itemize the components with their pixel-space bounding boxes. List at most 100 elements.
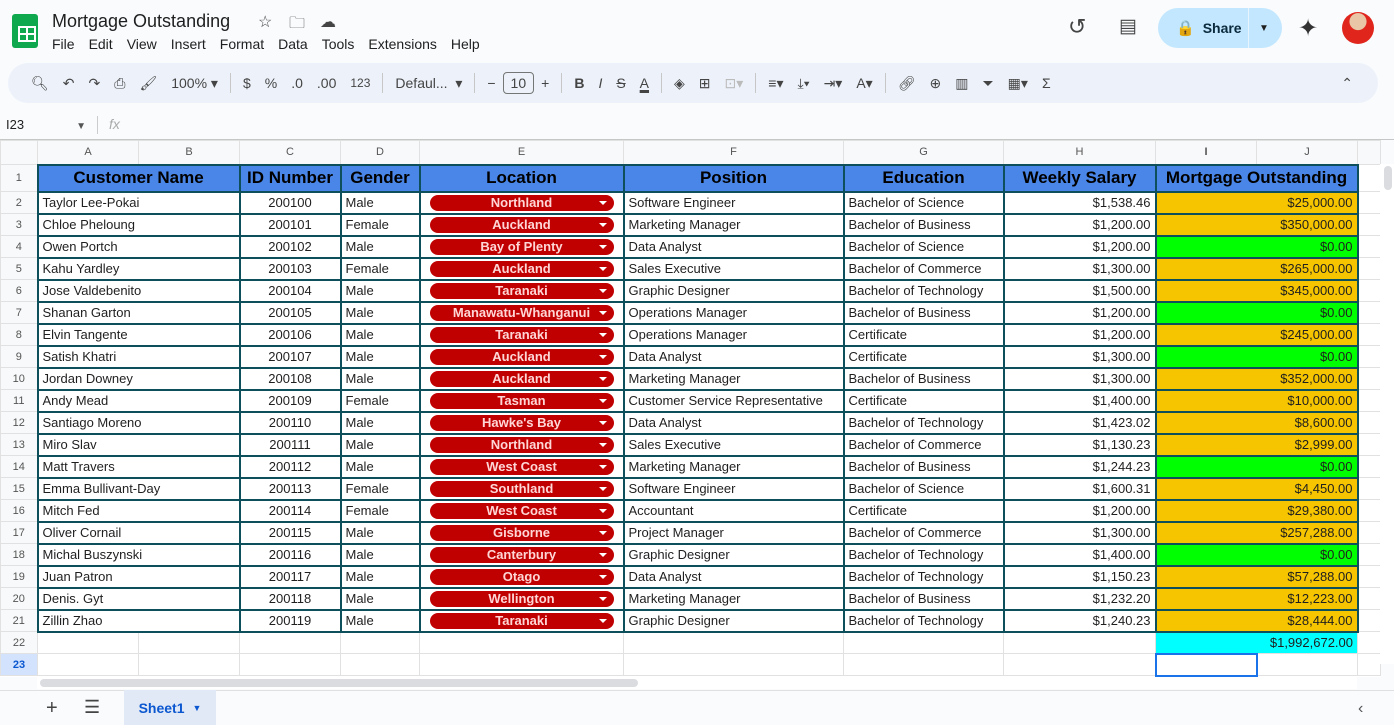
cell-gender[interactable]: Male	[339, 454, 421, 479]
menu-help[interactable]: Help	[451, 36, 488, 52]
cell-education[interactable]: Bachelor of Commerce	[842, 256, 1005, 281]
more-formats-button[interactable]: 123	[343, 76, 377, 90]
cell-location[interactable]: Tasman	[418, 388, 625, 413]
cell-location[interactable]: Northland	[418, 190, 625, 215]
select-all-corner[interactable]	[0, 140, 38, 165]
column-header-g[interactable]: G	[843, 140, 1004, 165]
cell-mortgage-outstanding[interactable]: $0.00	[1154, 234, 1359, 259]
cell-position[interactable]: Graphic Designer	[622, 278, 845, 303]
cell-gender[interactable]: Male	[339, 278, 421, 303]
cell-education[interactable]: Bachelor of Science	[842, 190, 1005, 215]
header-location[interactable]: Location	[418, 163, 625, 193]
cell-weekly-salary[interactable]: $1,150.23	[1002, 564, 1157, 589]
empty-cell[interactable]	[419, 631, 624, 654]
cell-position[interactable]: Data Analyst	[622, 410, 845, 435]
row-header[interactable]: 18	[0, 543, 38, 566]
location-dropdown-chip[interactable]: Taranaki	[429, 326, 614, 343]
cell-position[interactable]: Marketing Manager	[622, 586, 845, 611]
header-name[interactable]: Customer Name	[36, 163, 241, 193]
cell-location[interactable]: Gisborne	[418, 520, 625, 545]
cell-customer-name[interactable]: Zillin Zhao	[36, 608, 241, 633]
header-id[interactable]: ID Number	[238, 163, 342, 193]
cell-position[interactable]: Customer Service Representative	[622, 388, 845, 413]
column-header-i[interactable]: I	[1155, 140, 1257, 165]
cell-education[interactable]: Bachelor of Technology	[842, 542, 1005, 567]
location-dropdown-chip[interactable]: Northland	[429, 194, 614, 211]
cell-gender[interactable]: Male	[339, 608, 421, 633]
cell-location[interactable]: West Coast	[418, 498, 625, 523]
cell-location[interactable]: Taranaki	[418, 278, 625, 303]
empty-cell[interactable]	[843, 631, 1004, 654]
cell-gender[interactable]: Male	[339, 300, 421, 325]
row-header[interactable]: 14	[0, 455, 38, 478]
cell-weekly-salary[interactable]: $1,400.00	[1002, 542, 1157, 567]
header-gender[interactable]: Gender	[339, 163, 421, 193]
cell-education[interactable]: Certificate	[842, 322, 1005, 347]
cell-mortgage-outstanding[interactable]: $350,000.00	[1154, 212, 1359, 237]
cell-id-number[interactable]: 200112	[238, 454, 342, 479]
collapse-toolbar-icon[interactable]: ⌃	[1334, 75, 1360, 92]
empty-cell[interactable]	[1003, 631, 1156, 654]
merge-cells-icon[interactable]: ⊡▾	[718, 75, 751, 92]
cell-id-number[interactable]: 200115	[238, 520, 342, 545]
location-dropdown-chip[interactable]: Tasman	[429, 392, 614, 409]
cell-location[interactable]: Taranaki	[418, 322, 625, 347]
cell-id-number[interactable]: 200102	[238, 234, 342, 259]
cell-weekly-salary[interactable]: $1,240.23	[1002, 608, 1157, 633]
row-header[interactable]: 9	[0, 345, 38, 368]
cell-id-number[interactable]: 200101	[238, 212, 342, 237]
version-history-icon[interactable]: ↺	[1068, 14, 1086, 40]
column-header-j[interactable]: J	[1256, 140, 1358, 165]
sheet-tab-dropdown-icon[interactable]: ▼	[193, 703, 202, 713]
horizontal-align-icon[interactable]: ≡▾	[761, 75, 790, 92]
row-header[interactable]: 17	[0, 521, 38, 544]
empty-cell[interactable]	[239, 631, 341, 654]
cell-location[interactable]: Canterbury	[418, 542, 625, 567]
column-header-a[interactable]: A	[37, 140, 139, 165]
column-header-e[interactable]: E	[419, 140, 624, 165]
cell-id-number[interactable]: 200105	[238, 300, 342, 325]
explore-collapse-icon[interactable]: ‹	[1358, 700, 1363, 718]
all-sheets-icon[interactable]: ☰	[84, 697, 100, 718]
cell-gender[interactable]: Male	[339, 190, 421, 215]
italic-icon[interactable]: I	[591, 75, 609, 91]
cell-mortgage-outstanding[interactable]: $28,444.00	[1154, 608, 1359, 633]
cell-id-number[interactable]: 200107	[238, 344, 342, 369]
header-position[interactable]: Position	[622, 163, 845, 193]
cell-position[interactable]: Marketing Manager	[622, 366, 845, 391]
cell-customer-name[interactable]: Denis. Gyt	[36, 586, 241, 611]
active-cell-i23[interactable]	[1154, 652, 1258, 677]
cell-position[interactable]: Project Manager	[622, 520, 845, 545]
cell-customer-name[interactable]: Jordan Downey	[36, 366, 241, 391]
column-header-d[interactable]: D	[340, 140, 420, 165]
empty-cell[interactable]	[340, 653, 420, 676]
row-header[interactable]: 13	[0, 433, 38, 456]
cell-mortgage-total[interactable]: $1,992,672.00	[1155, 631, 1358, 654]
cell-id-number[interactable]: 200109	[238, 388, 342, 413]
row-header[interactable]: 15	[0, 477, 38, 500]
cell-mortgage-outstanding[interactable]: $245,000.00	[1154, 322, 1359, 347]
cell-location[interactable]: Bay of Plenty	[418, 234, 625, 259]
cell-id-number[interactable]: 200103	[238, 256, 342, 281]
location-dropdown-chip[interactable]: Gisborne	[429, 524, 614, 541]
cell-position[interactable]: Operations Manager	[622, 300, 845, 325]
cell-gender[interactable]: Male	[339, 564, 421, 589]
fill-color-icon[interactable]: ◈	[667, 75, 692, 92]
cell-position[interactable]: Software Engineer	[622, 476, 845, 501]
cell-location[interactable]: Wellington	[418, 586, 625, 611]
currency-button[interactable]: $	[236, 75, 258, 91]
cell-customer-name[interactable]: Satish Khatri	[36, 344, 241, 369]
gemini-icon[interactable]: ✦	[1298, 14, 1318, 43]
row-header[interactable]: 12	[0, 411, 38, 434]
cell-id-number[interactable]: 200110	[238, 410, 342, 435]
cell-location[interactable]: Auckland	[418, 344, 625, 369]
row-header[interactable]: 3	[0, 213, 38, 236]
cell-position[interactable]: Graphic Designer	[622, 542, 845, 567]
row-header[interactable]: 21	[0, 609, 38, 632]
cell-location[interactable]: Hawke's Bay	[418, 410, 625, 435]
cell-education[interactable]: Certificate	[842, 388, 1005, 413]
cell-customer-name[interactable]: Miro Slav	[36, 432, 241, 457]
cell-location[interactable]: Auckland	[418, 212, 625, 237]
row-header[interactable]: 2	[0, 191, 38, 214]
header-salary[interactable]: Weekly Salary	[1002, 163, 1157, 193]
